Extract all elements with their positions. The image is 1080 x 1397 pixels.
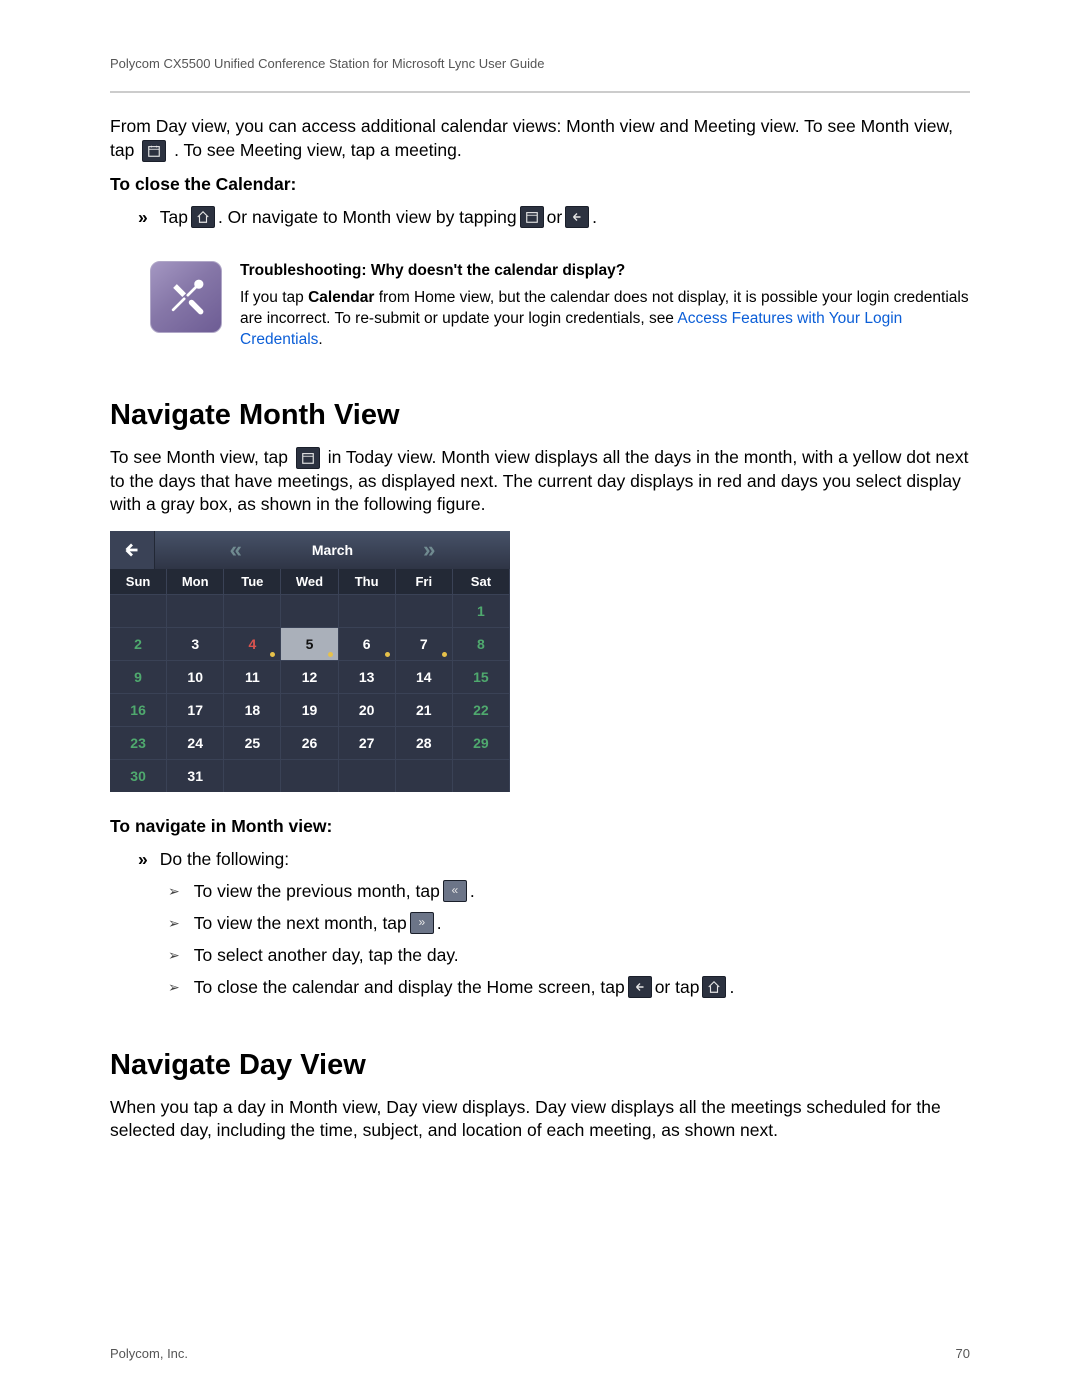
select-day-step: To select another day, tap the day. [110,941,970,969]
calendar-day-cell [224,594,281,627]
calendar-day-cell [110,594,167,627]
calendar-day-cell[interactable]: 31 [167,759,224,792]
calendar-day-cell[interactable]: 7 [396,627,453,660]
close-cal-text-c: or [547,203,563,231]
calendar-back-button[interactable] [110,531,155,569]
calendar-day-cell [339,594,396,627]
close-calendar-heading: To close the Calendar: [110,174,970,195]
calendar-day-cell[interactable]: 23 [110,726,167,759]
calendar-icon [296,447,320,469]
calendar-day-cell [224,759,281,792]
page-header: Polycom CX5500 Unified Conference Statio… [110,56,970,93]
navigate-day-heading: Navigate Day View [110,1049,970,1082]
calendar-day-cell[interactable]: 2 [110,627,167,660]
back-arrow-icon [565,206,589,228]
close-cal-text-b: . Or navigate to Month view by tapping [218,203,517,231]
troubleshooting-body: If you tap Calendar from Home view, but … [240,288,970,351]
calendar-day-cell[interactable]: 25 [224,726,281,759]
tools-icon [150,261,222,333]
calendar-day-cell[interactable]: 28 [396,726,453,759]
chevron-right-icon: » [410,912,434,934]
calendar-icon [142,140,166,162]
calendar-day-cell [339,759,396,792]
calendar-day-cell[interactable]: 20 [339,693,396,726]
calendar-day-cell[interactable]: 24 [167,726,224,759]
home-icon [702,976,726,998]
calendar-day-cell[interactable]: 9 [110,660,167,693]
calendar-figure: « March » SunMonTueWedThuFriSat 12345678… [110,531,510,792]
calendar-dow: Tue [224,569,281,594]
close-calendar-step: Tap . Or navigate to Month view by tappi… [110,203,970,231]
calendar-dow: Mon [167,569,224,594]
next-month-step: To view the next month, tap » . [110,909,970,937]
calendar-icon [520,206,544,228]
calendar-prev-month[interactable]: « [230,539,242,561]
calendar-day-cell[interactable]: 14 [396,660,453,693]
calendar-dow: Sun [110,569,167,594]
calendar-day-cell[interactable]: 12 [281,660,338,693]
calendar-day-cell[interactable]: 18 [224,693,281,726]
calendar-day-cell[interactable]: 17 [167,693,224,726]
calendar-day-cell[interactable]: 19 [281,693,338,726]
do-following: Do the following: [110,845,970,873]
footer-left: Polycom, Inc. [110,1346,188,1361]
close-home-step: To close the calendar and display the Ho… [110,973,970,1001]
calendar-day-cell[interactable]: 13 [339,660,396,693]
calendar-day-cell[interactable]: 15 [453,660,510,693]
calendar-day-cell[interactable]: 29 [453,726,510,759]
calendar-day-cell [453,759,510,792]
home-icon [191,206,215,228]
calendar-day-cell[interactable]: 10 [167,660,224,693]
day-paragraph: When you tap a day in Month view, Day vi… [110,1096,970,1143]
calendar-day-cell[interactable]: 27 [339,726,396,759]
troubleshooting-box: Troubleshooting: Why doesn't the calenda… [150,261,970,351]
close-cal-text-d: . [592,203,597,231]
calendar-day-cell [396,594,453,627]
footer-page-number: 70 [956,1346,970,1361]
calendar-day-cell[interactable]: 4 [224,627,281,660]
calendar-day-cell[interactable]: 22 [453,693,510,726]
navigate-month-sub: To navigate in Month view: [110,816,970,837]
calendar-month-label: March [312,542,353,558]
calendar-day-cell [281,594,338,627]
navigate-month-heading: Navigate Month View [110,399,970,432]
calendar-day-cell[interactable]: 6 [339,627,396,660]
calendar-day-cell[interactable]: 21 [396,693,453,726]
prev-month-step: To view the previous month, tap « . [110,877,970,905]
calendar-day-cell [281,759,338,792]
calendar-dow: Sat [453,569,510,594]
back-arrow-icon [628,976,652,998]
calendar-day-cell [396,759,453,792]
intro-paragraph: From Day view, you can access additional… [110,115,970,162]
month-paragraph: To see Month view, tap in Today view. Mo… [110,446,970,517]
calendar-day-cell[interactable]: 30 [110,759,167,792]
calendar-next-month[interactable]: » [423,539,435,561]
calendar-day-cell[interactable]: 8 [453,627,510,660]
calendar-dow: Wed [281,569,338,594]
calendar-day-cell[interactable]: 3 [167,627,224,660]
calendar-dow: Fri [396,569,453,594]
troubleshooting-title: Troubleshooting: Why doesn't the calenda… [240,261,970,282]
calendar-day-cell [167,594,224,627]
calendar-dow: Thu [339,569,396,594]
calendar-day-cell[interactable]: 5 [281,627,338,660]
chevron-left-icon: « [443,880,467,902]
calendar-day-cell[interactable]: 11 [224,660,281,693]
calendar-day-cell[interactable]: 1 [453,594,510,627]
calendar-day-cell[interactable]: 16 [110,693,167,726]
calendar-day-cell[interactable]: 26 [281,726,338,759]
close-cal-text-a: Tap [160,203,188,231]
intro-text-b: . To see Meeting view, tap a meeting. [174,140,462,160]
